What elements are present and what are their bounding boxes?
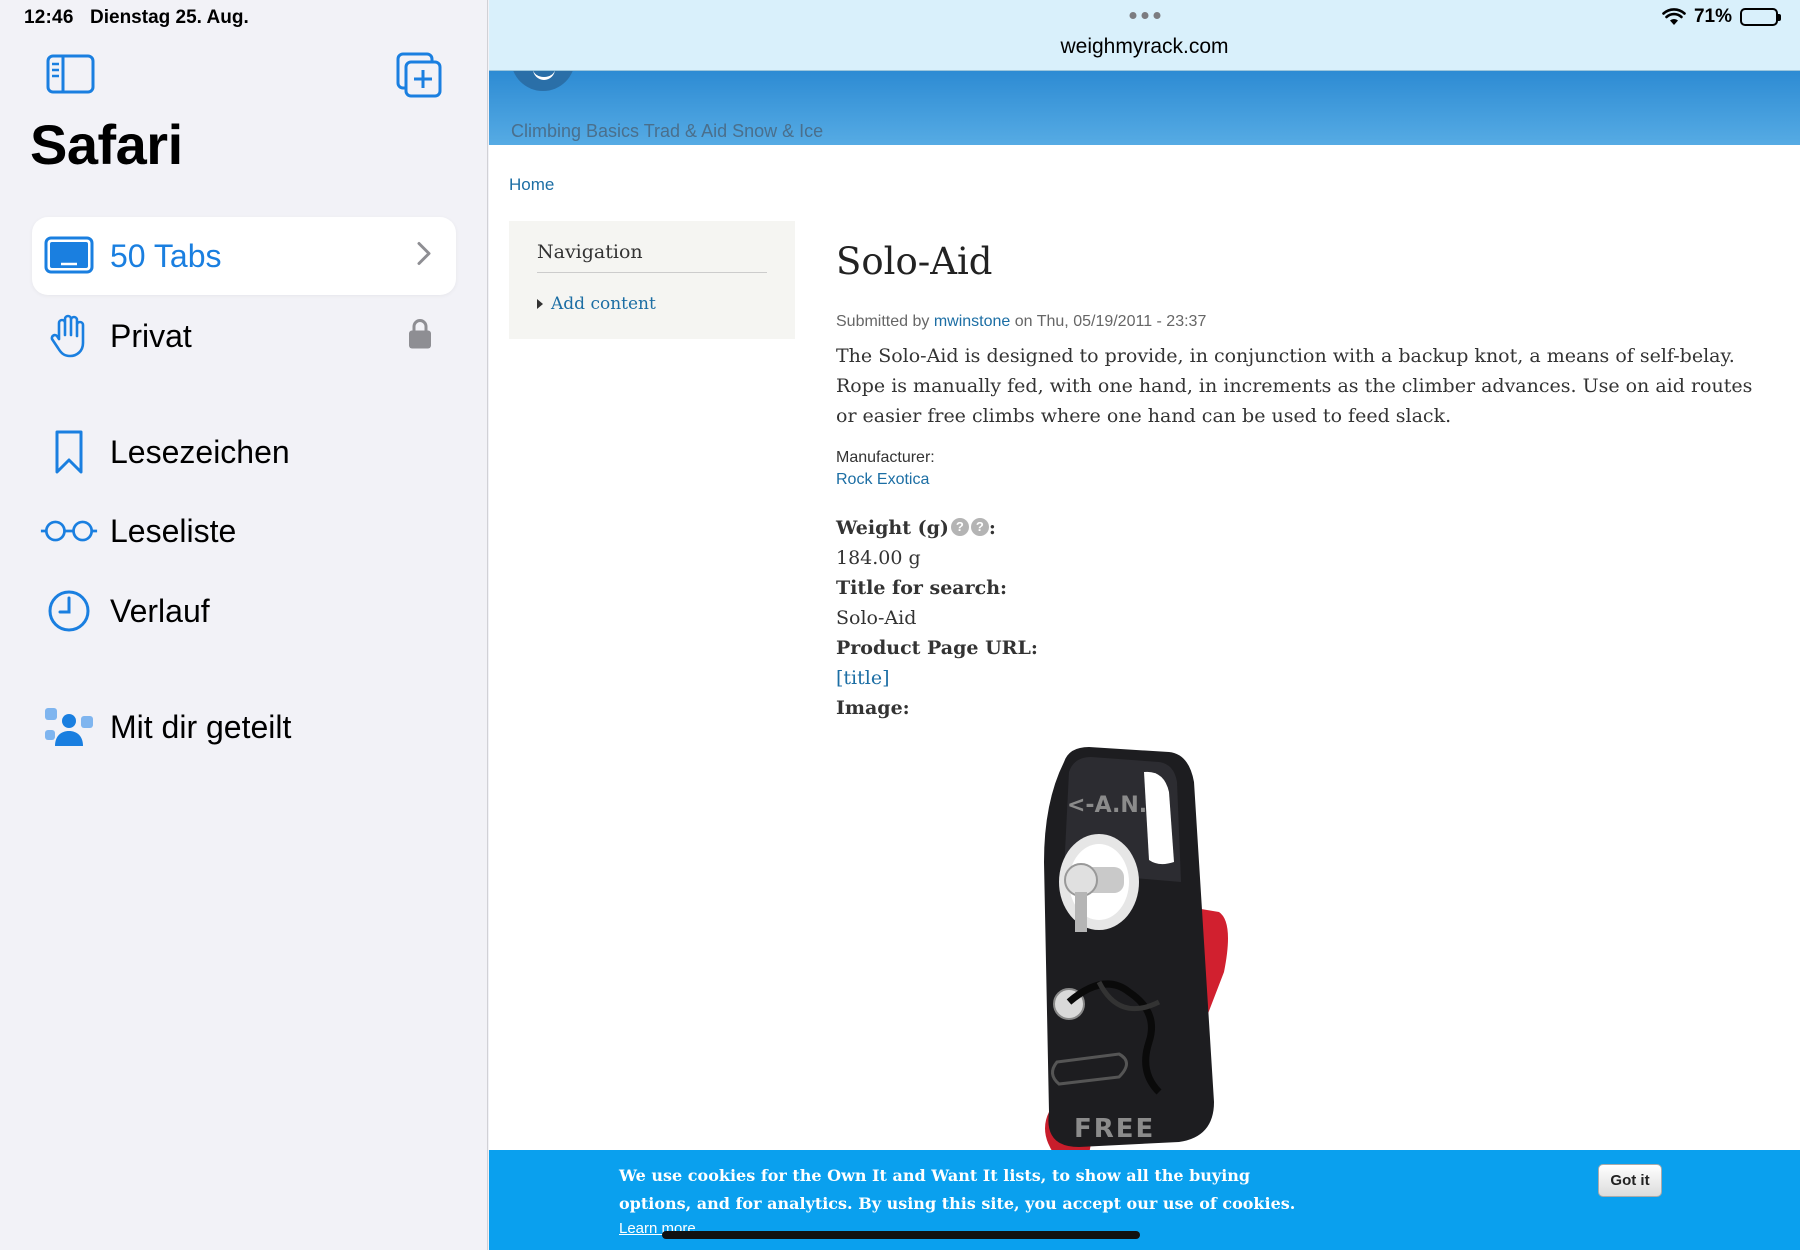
- shared-people-icon: [40, 704, 98, 750]
- author-link[interactable]: mwinstone: [934, 313, 1010, 330]
- new-tab-icon: [396, 52, 442, 98]
- sidebar-item-private[interactable]: Privat: [32, 297, 456, 375]
- product-engraving-bottom: FREE: [1074, 1114, 1155, 1144]
- divider: [537, 272, 767, 273]
- safari-sidebar: 12:46 Dienstag 25. Aug. Safari 50 Tabs P…: [0, 0, 488, 1250]
- clock-icon: [40, 588, 98, 634]
- battery-percentage: 71%: [1693, 6, 1732, 27]
- got-it-button[interactable]: Got it: [1598, 1164, 1662, 1197]
- bookmark-icon: [40, 429, 98, 475]
- search-title-value: Solo-Aid: [836, 607, 917, 629]
- product-engraving-top: <-A.N.: [1067, 793, 1147, 818]
- cookie-text: We use cookies for the Own It and Want I…: [619, 1166, 1296, 1213]
- manufacturer-link[interactable]: Rock Exotica: [836, 471, 1766, 489]
- sidebar-item-label: 50 Tabs: [110, 237, 222, 274]
- sidebar-item-label: Leseliste: [110, 512, 237, 549]
- sidebar-title: Safari: [30, 113, 183, 176]
- sidebar-item-label: Lesezeichen: [110, 433, 290, 470]
- glasses-icon: [40, 508, 98, 554]
- add-content-link[interactable]: Add content: [537, 294, 656, 314]
- image-label: Image:: [836, 697, 910, 719]
- page-title: Solo-Aid: [836, 240, 993, 283]
- weight-label: Weight (g): [836, 517, 949, 539]
- sidebar-item-tabs[interactable]: 50 Tabs: [32, 217, 456, 295]
- sidebar-item-label: Privat: [110, 317, 192, 354]
- triangle-right-icon: [537, 299, 543, 309]
- weight-value: 184.00 g: [836, 547, 921, 569]
- sidebar-item-reading-list[interactable]: Leseliste: [32, 492, 456, 570]
- navigation-block: Navigation Add content: [509, 221, 795, 339]
- chevron-right-icon: [416, 241, 432, 272]
- sidebar-item-label: Verlauf: [110, 592, 210, 629]
- sidebar-toggle-button[interactable]: [46, 52, 96, 96]
- sidebar-item-label: Mit dir geteilt: [110, 708, 292, 745]
- navigation-title: Navigation: [537, 241, 643, 263]
- lock-icon: [408, 318, 432, 355]
- product-url-label: Product Page URL:: [836, 637, 1038, 659]
- hand-icon: [40, 313, 98, 359]
- status-time: 12:46: [24, 7, 74, 28]
- product-image: <-A.N. FREE: [1009, 742, 1269, 1162]
- submitted-info: Submitted by mwinstone on Thu, 05/19/201…: [836, 313, 1766, 331]
- site-header: Climbing Basics Trad & Aid Snow & Ice: [489, 47, 1800, 145]
- search-title-label: Title for search:: [836, 577, 1008, 599]
- url-text[interactable]: weighmyrack.com: [489, 35, 1800, 59]
- node-content: Solo-Aid Submitted by mwinstone on Thu, …: [836, 240, 1766, 723]
- add-content-label: Add content: [551, 294, 656, 314]
- breadcrumb-home-link[interactable]: Home: [509, 175, 554, 195]
- manufacturer-label: Manufacturer:: [836, 449, 935, 466]
- submitted-prefix: Submitted by: [836, 313, 930, 330]
- tabs-icon: [40, 233, 98, 279]
- status-date: Dienstag 25. Aug.: [90, 7, 249, 28]
- product-fields: Weight (g)??: 184.00 g Title for search:…: [836, 513, 1766, 723]
- sidebar-item-history[interactable]: Verlauf: [32, 572, 456, 650]
- address-bar[interactable]: weighmyrack.com: [489, 0, 1800, 71]
- sidebar-icon: [46, 54, 95, 94]
- sidebar-item-bookmarks[interactable]: Lesezeichen: [32, 413, 456, 491]
- wifi-icon: [1662, 8, 1686, 25]
- product-url-link[interactable]: [title]: [836, 663, 1766, 693]
- weight-colon: :: [988, 517, 996, 539]
- sidebar-item-shared-with-you[interactable]: Mit dir geteilt: [32, 688, 456, 766]
- more-dots-icon[interactable]: [1129, 12, 1160, 19]
- home-indicator[interactable]: [662, 1231, 1140, 1239]
- site-nav-menu[interactable]: Climbing Basics Trad & Aid Snow & Ice: [511, 121, 823, 142]
- browser-content: weighmyrack.com Climbing Basics Trad & A…: [489, 0, 1800, 1250]
- help-question-icon[interactable]: ?: [970, 518, 989, 536]
- submitted-date: on Thu, 05/19/2011 - 23:37: [1014, 313, 1207, 330]
- battery-icon: [1740, 8, 1781, 26]
- status-indicators: 71%: [1662, 6, 1781, 28]
- help-question-icon[interactable]: ?: [950, 518, 969, 536]
- node-body: The Solo-Aid is designed to provide, in …: [836, 345, 1753, 427]
- new-tab-button[interactable]: [396, 52, 446, 98]
